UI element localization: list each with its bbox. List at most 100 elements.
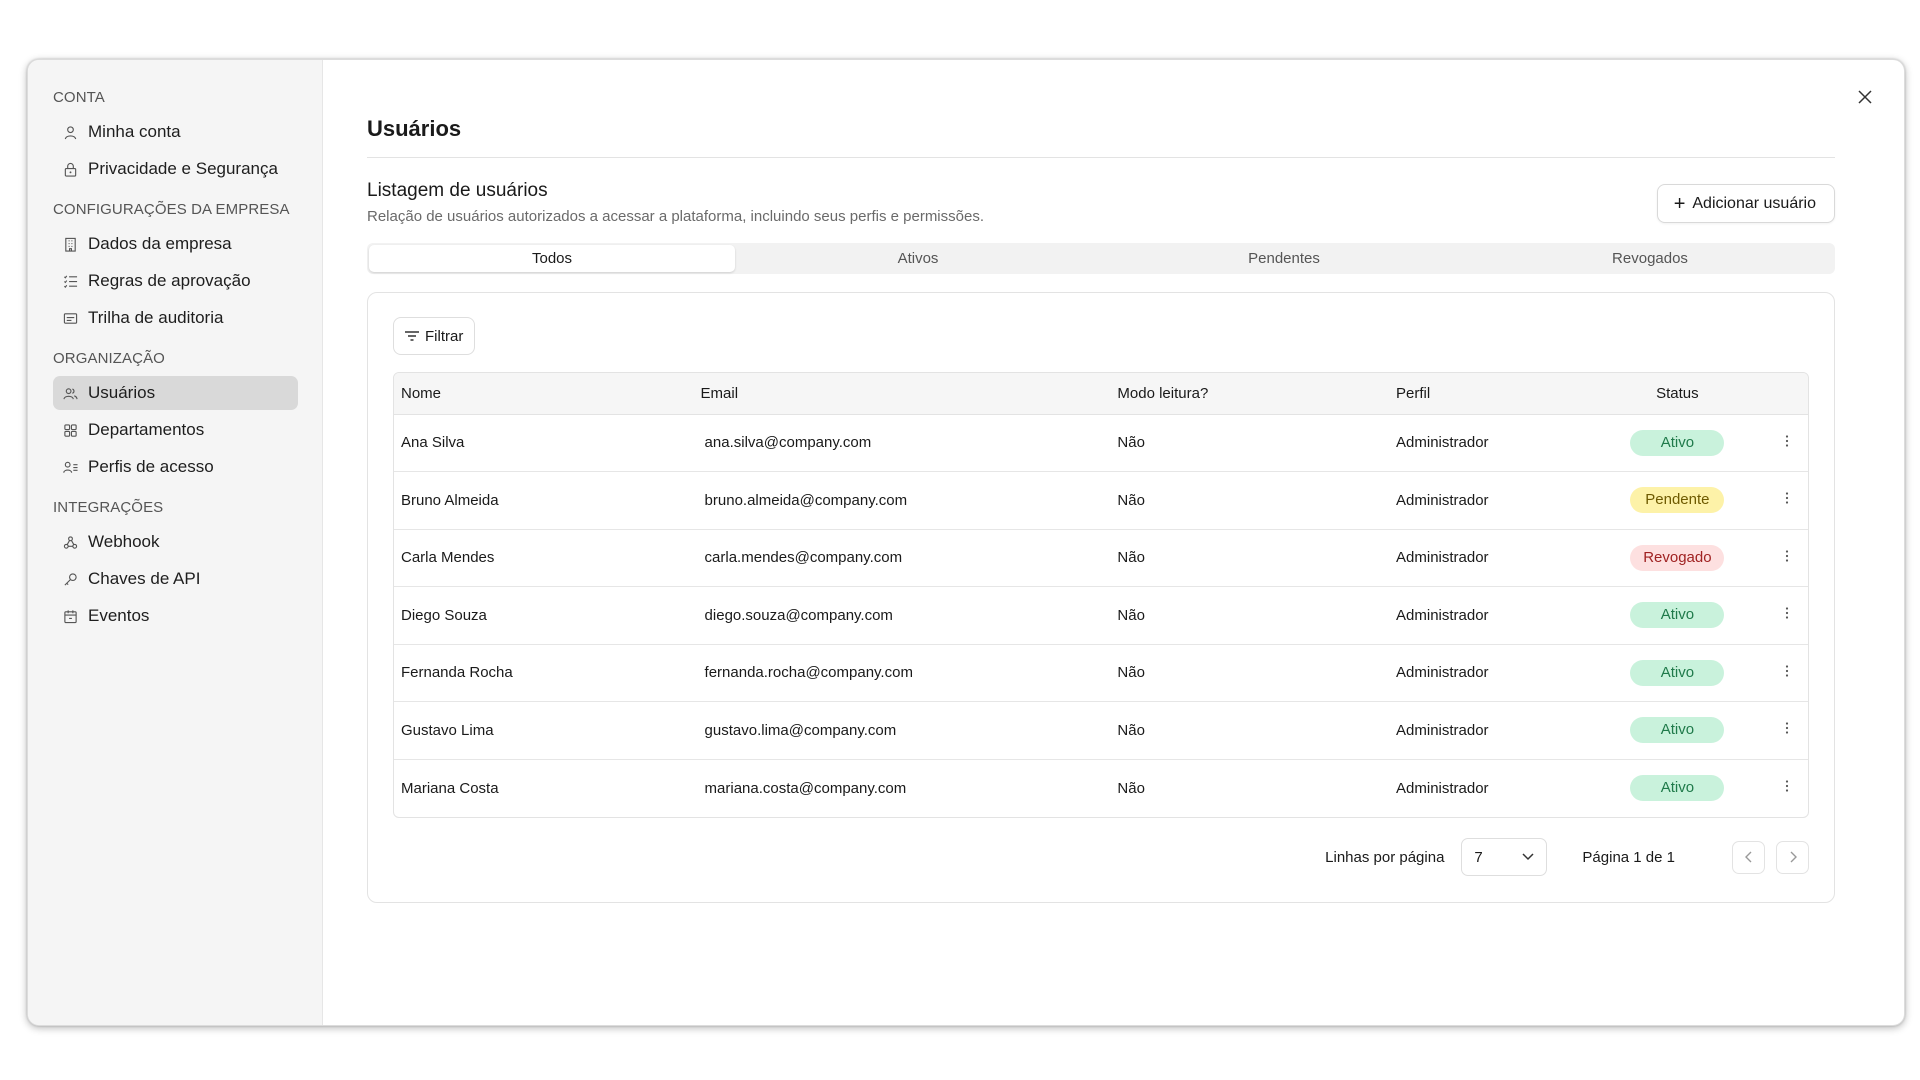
cell-perfil: Administrador xyxy=(1396,491,1489,509)
row-actions-button[interactable] xyxy=(1760,587,1808,645)
cell-email: bruno.almeida@company.com xyxy=(704,491,908,509)
cell-nome: Ana Silva xyxy=(401,434,465,452)
sidebar-item-departamentos[interactable]: Departamentos xyxy=(53,413,298,447)
cell-nome: Carla Mendes xyxy=(401,549,495,567)
status-tabs: Todos Ativos Pendentes Revogados xyxy=(367,243,1835,274)
sidebar-item-label: Privacidade e Segurança xyxy=(88,159,278,178)
filter-icon xyxy=(405,330,419,342)
chevron-left-icon xyxy=(1744,851,1751,863)
key-icon xyxy=(62,571,78,587)
col-header-email[interactable]: Email xyxy=(693,373,1111,415)
sidebar-heading: CONTA xyxy=(53,89,105,106)
sidebar-item-eventos[interactable]: Eventos xyxy=(53,599,298,633)
webhook-icon xyxy=(62,534,78,550)
cell-nome: Diego Souza xyxy=(401,606,487,624)
sidebar-item-label: Usuários xyxy=(88,383,156,402)
sidebar-item-label: Perfis de acesso xyxy=(88,457,214,476)
sidebar-section-integracoes: INTEGRAÇÕES Webhook Chaves de API Eventos xyxy=(53,498,322,633)
cell-perfil: Administrador xyxy=(1396,779,1489,797)
next-page-button[interactable] xyxy=(1776,840,1809,874)
table-row[interactable]: Carla Mendes carla.mendes@company.com Não A… xyxy=(394,529,1808,587)
sidebar-heading: CONFIGURAÇÕES DA EMPRESA xyxy=(53,201,290,218)
sidebar-item-label: Dados da empresa xyxy=(88,234,232,253)
status-badge: Ativo xyxy=(1630,775,1725,801)
rows-per-page-value: 7 xyxy=(1474,848,1483,866)
tab-ativos[interactable]: Ativos xyxy=(735,245,1101,272)
pagination: Linhas por página 7 Página 1 de 1 xyxy=(1325,838,1809,876)
row-actions-button[interactable] xyxy=(1760,414,1808,472)
audit-icon xyxy=(62,310,78,326)
cell-modo-leitura: Não xyxy=(1117,664,1145,682)
sidebar-item-minha-conta[interactable]: Minha conta xyxy=(53,115,298,149)
cell-email: gustavo.lima@company.com xyxy=(704,721,897,739)
more-vertical-icon xyxy=(1786,550,1789,562)
table-row[interactable]: Diego Souza diego.souza@company.com Não Adm… xyxy=(394,587,1808,645)
sidebar-item-privacidade-e-seguranca[interactable]: Privacidade e Segurança xyxy=(53,152,298,186)
cell-nome: Fernanda Rocha xyxy=(401,664,513,682)
more-vertical-icon xyxy=(1786,665,1789,677)
table-row[interactable]: Mariana Costa mariana.costa@company.com Nã… xyxy=(394,759,1808,817)
grid-icon xyxy=(62,422,78,438)
close-icon xyxy=(1858,90,1872,104)
table-row[interactable]: Bruno Almeida bruno.almeida@company.com Nã… xyxy=(394,472,1808,530)
prev-page-button[interactable] xyxy=(1732,840,1765,874)
cell-perfil: Administrador xyxy=(1396,549,1489,567)
close-button[interactable] xyxy=(1852,84,1878,110)
sidebar-item-label: Eventos xyxy=(88,606,150,625)
row-actions-button[interactable] xyxy=(1760,529,1808,587)
users-table: Nome Email Modo leitura? Perfil Status A… xyxy=(393,372,1809,818)
more-vertical-icon xyxy=(1786,780,1789,792)
sidebar-item-regras-de-aprovacao[interactable]: Regras de aprovação xyxy=(53,264,298,298)
col-header-nome[interactable]: Nome xyxy=(394,373,694,415)
rows-per-page-select[interactable]: 7 xyxy=(1461,838,1548,876)
listing-subtitle: Relação de usuários autorizados a acessa… xyxy=(367,208,984,225)
row-actions-button[interactable] xyxy=(1760,472,1808,530)
col-header-perfil[interactable]: Perfil xyxy=(1389,373,1589,415)
calendar-icon xyxy=(62,608,78,624)
cell-email: mariana.costa@company.com xyxy=(704,779,907,797)
cell-perfil: Administrador xyxy=(1396,721,1489,739)
building-icon xyxy=(62,236,78,252)
sidebar-item-usuarios[interactable]: Usuários xyxy=(53,376,298,410)
filter-button[interactable]: Filtrar xyxy=(393,317,476,355)
sidebar-item-label: Trilha de auditoria xyxy=(88,308,224,327)
status-badge: Ativo xyxy=(1630,659,1725,686)
table-row[interactable]: Ana Silva ana.silva@company.com Não Adminis… xyxy=(394,414,1808,472)
sidebar-item-webhook[interactable]: Webhook xyxy=(53,525,298,559)
tab-pendentes[interactable]: Pendentes xyxy=(1101,245,1467,272)
col-header-status[interactable]: Status xyxy=(1588,373,1760,415)
cell-modo-leitura: Não xyxy=(1117,434,1145,452)
sidebar-section-organizacao: ORGANIZAÇÃO Usuários Departamentos Perfis d… xyxy=(53,349,322,484)
table-row[interactable]: Gustavo Lima gustavo.lima@company.com Não A… xyxy=(394,702,1808,760)
cell-modo-leitura: Não xyxy=(1117,606,1145,624)
tab-revogados[interactable]: Revogados xyxy=(1467,245,1833,272)
sidebar-item-label: Departamentos xyxy=(88,420,205,439)
sidebar-item-label: Webhook xyxy=(88,532,160,551)
sidebar-section-conta: CONTA Minha conta Privacidade e Segurança xyxy=(53,88,322,186)
user-list-icon xyxy=(62,459,78,475)
cell-nome: Bruno Almeida xyxy=(401,491,499,509)
cell-status: Revogado xyxy=(1588,529,1760,587)
sidebar-item-trilha-de-auditoria[interactable]: Trilha de auditoria xyxy=(53,301,298,335)
row-actions-button[interactable] xyxy=(1760,644,1808,702)
page-title: Usuários xyxy=(367,116,1835,158)
cell-modo-leitura: Não xyxy=(1117,721,1145,739)
cell-modo-leitura: Não xyxy=(1117,779,1145,797)
sidebar: CONTA Minha conta Privacidade e Segurança C… xyxy=(28,60,323,1025)
more-vertical-icon xyxy=(1786,492,1789,504)
cell-status: Pendente xyxy=(1588,472,1760,530)
cell-status: Ativo xyxy=(1588,702,1760,760)
table-row[interactable]: Fernanda Rocha fernanda.rocha@company.com… xyxy=(394,644,1808,702)
cell-status: Ativo xyxy=(1588,759,1760,817)
col-header-actions xyxy=(1759,373,1808,415)
add-user-button[interactable]: + Adicionar usuário xyxy=(1656,184,1835,223)
col-header-modo-leitura[interactable]: Modo leitura? xyxy=(1110,373,1390,415)
listing-title: Listagem de usuários xyxy=(367,180,548,201)
row-actions-button[interactable] xyxy=(1760,759,1808,817)
chevron-right-icon xyxy=(1790,851,1797,863)
row-actions-button[interactable] xyxy=(1760,702,1808,760)
sidebar-item-perfis-de-acesso[interactable]: Perfis de acesso xyxy=(53,450,298,484)
tab-todos[interactable]: Todos xyxy=(369,245,735,272)
sidebar-item-chaves-de-api[interactable]: Chaves de API xyxy=(53,562,298,596)
sidebar-item-dados-da-empresa[interactable]: Dados da empresa xyxy=(53,227,298,261)
